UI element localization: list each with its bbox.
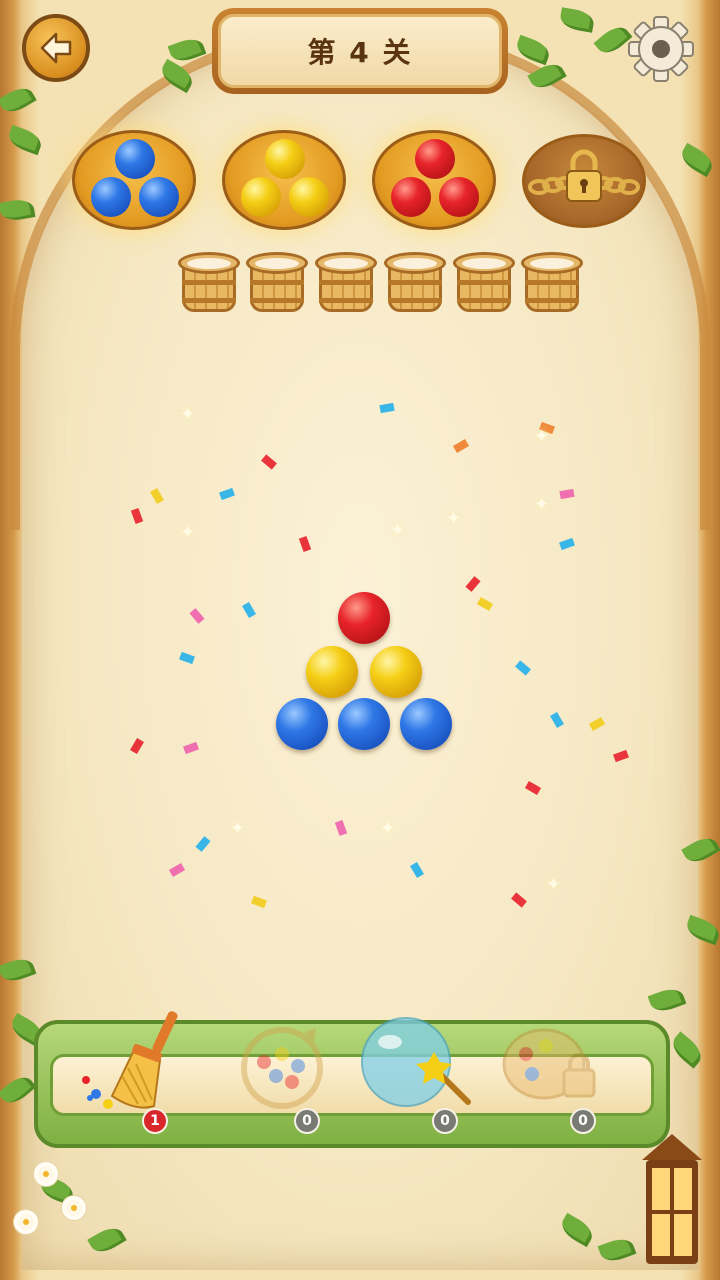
- chain-lock-icon: [528, 149, 640, 202]
- bucket-slot[interactable]: [246, 252, 308, 314]
- tool-count-badge: 1: [142, 1108, 168, 1134]
- flower-decoration: [38, 1166, 54, 1182]
- bucket-slot[interactable]: [384, 252, 446, 314]
- sparkle: ✦: [534, 426, 550, 447]
- target-ball: [289, 177, 329, 217]
- flower-decoration: [66, 1200, 82, 1216]
- lantern-icon: [642, 1134, 702, 1264]
- target-ball: [115, 139, 155, 179]
- bucket-slot[interactable]: [453, 252, 515, 314]
- target-ball: [391, 177, 431, 217]
- tool-count-badge: 0: [570, 1108, 596, 1134]
- target-ball: [415, 139, 455, 179]
- ball-yellow[interactable]: [306, 646, 358, 698]
- target-ball: [265, 139, 305, 179]
- unlock-tool-button[interactable]: [496, 1010, 616, 1120]
- flower-decoration: [18, 1214, 34, 1230]
- magic-bubble-icon: [361, 1017, 471, 1107]
- target-ball: [139, 177, 179, 217]
- magic-bubble-tool-button[interactable]: [356, 1010, 476, 1120]
- gear-icon[interactable]: [626, 14, 696, 84]
- tool-count-badge: 0: [294, 1108, 320, 1134]
- sparkle: ✦: [230, 818, 246, 839]
- target-plate-locked[interactable]: [522, 134, 646, 228]
- shuffle-tool-button[interactable]: [224, 1010, 344, 1120]
- arrow-left-icon: [40, 32, 72, 64]
- broom-tool-button[interactable]: [76, 1010, 196, 1120]
- back-button[interactable]: [22, 14, 90, 82]
- sparkle: ✦: [390, 520, 406, 541]
- bucket-slot[interactable]: [178, 252, 240, 314]
- target-plate-yellow: [222, 130, 346, 230]
- level-plate: 第 4 关: [212, 8, 508, 94]
- ball-blue[interactable]: [338, 698, 390, 750]
- level-title: 第 4 关: [307, 36, 413, 69]
- target-plate-blue: [72, 130, 196, 230]
- bucket-slot[interactable]: [521, 252, 583, 314]
- target-plate-red: [372, 130, 496, 230]
- tool-count-badge: 0: [432, 1108, 458, 1134]
- palette-lock-icon: [502, 1028, 596, 1100]
- ball-blue[interactable]: [400, 698, 452, 750]
- ball-blue[interactable]: [276, 698, 328, 750]
- ball-yellow[interactable]: [370, 646, 422, 698]
- target-ball: [241, 177, 281, 217]
- target-ball: [439, 177, 479, 217]
- sparkle: ✦: [446, 508, 462, 529]
- sparkle: ✦: [534, 494, 550, 515]
- broom-icon: [82, 1011, 178, 1109]
- shuffle-icon: [241, 1027, 323, 1109]
- sparkle: ✦: [546, 874, 562, 895]
- sparkle: ✦: [180, 404, 196, 425]
- ball-red[interactable]: [338, 592, 390, 644]
- bucket-slot[interactable]: [315, 252, 377, 314]
- sparkle: ✦: [180, 522, 196, 543]
- sparkle: ✦: [380, 818, 396, 839]
- target-ball: [91, 177, 131, 217]
